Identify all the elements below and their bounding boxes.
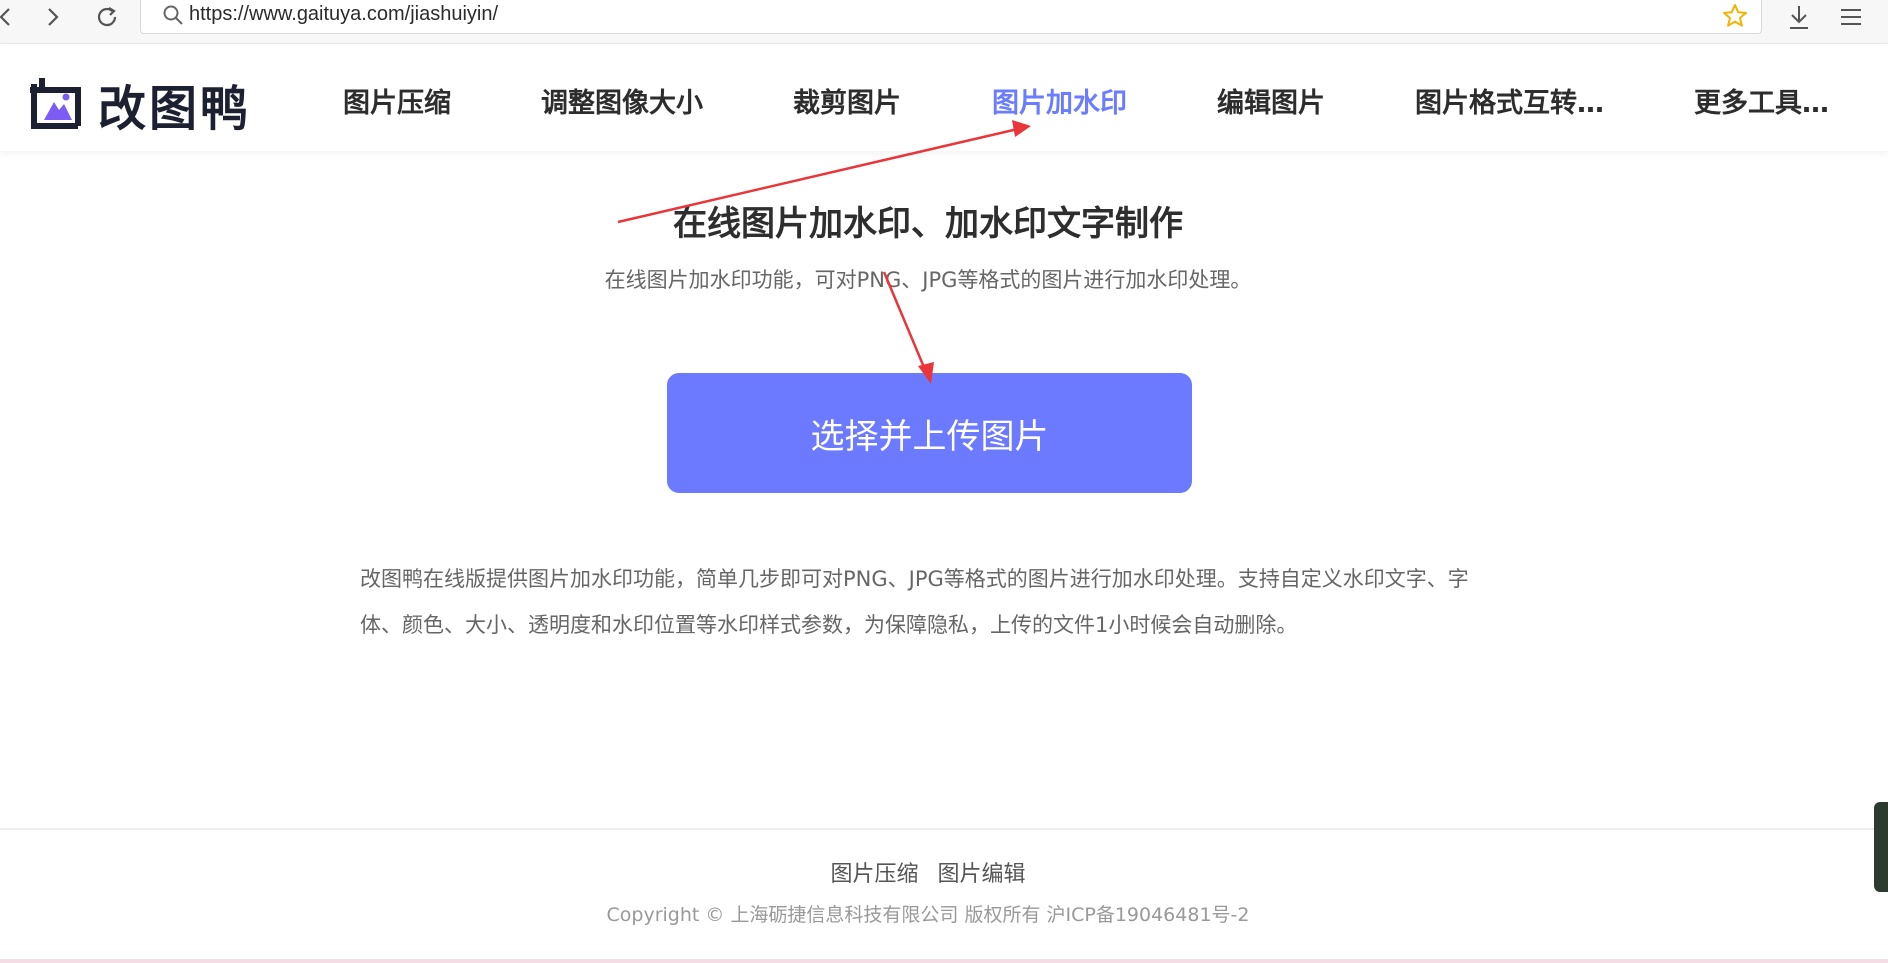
url-text[interactable]: https://www.gaituya.com/jiashuiyin/ xyxy=(189,3,498,26)
copyright-text: Copyright © 上海砺捷信息科技有限公司 版权所有 沪ICP备19046… xyxy=(606,904,1250,926)
download-button[interactable] xyxy=(1784,2,1814,32)
search-icon xyxy=(163,5,183,25)
menu-button[interactable] xyxy=(1836,2,1866,32)
back-button[interactable] xyxy=(0,2,20,32)
site-logo[interactable]: 改图鸭 xyxy=(28,69,251,139)
logo-icon xyxy=(30,78,81,129)
logo-text: 改图鸭 xyxy=(98,81,252,137)
page-subtitle: 在线图片加水印功能，可对PNG、JPG等格式的图片进行加水印处理。 xyxy=(604,268,1252,292)
side-widget[interactable] xyxy=(1874,802,1888,892)
nav-item-more-tools[interactable]: 更多工具… xyxy=(1694,81,1829,120)
menu-icon xyxy=(1841,9,1861,25)
site-footer: 图片压缩 图片编辑 Copyright © 上海砺捷信息科技有限公司 版权所有 … xyxy=(0,828,1888,963)
upload-image-button[interactable]: 选择并上传图片 xyxy=(667,373,1192,493)
forward-button[interactable] xyxy=(38,2,68,32)
feature-description: 改图鸭在线版提供图片加水印功能，简单几步即可对PNG、JPG等格式的图片进行加水… xyxy=(360,567,1469,637)
nav-item-crop-image[interactable]: 裁剪图片 xyxy=(793,81,901,120)
footer-link-edit[interactable]: 图片编辑 xyxy=(938,862,1026,887)
footer-links: 图片压缩 图片编辑 xyxy=(0,856,1856,888)
back-icon xyxy=(0,8,10,26)
nav-item-resize-image[interactable]: 调整图像大小 xyxy=(541,81,703,120)
address-bar[interactable]: https://www.gaituya.com/jiashuiyin/ xyxy=(140,0,1762,34)
bottom-strip xyxy=(0,959,1888,963)
page-title: 在线图片加水印、加水印文字制作 xyxy=(673,204,1183,244)
reload-button[interactable] xyxy=(92,2,122,32)
nav-item-image-compress[interactable]: 图片压缩 xyxy=(343,81,451,120)
forward-icon xyxy=(48,8,59,26)
star-icon[interactable] xyxy=(1721,2,1749,30)
browser-toolbar: https://www.gaituya.com/jiashuiyin/ xyxy=(0,0,1888,44)
download-icon xyxy=(1790,6,1808,29)
site-header: 改图鸭 图片压缩 调整图像大小 裁剪图片 图片加水印 编辑图片 图片格式互转… … xyxy=(0,45,1888,151)
nav-item-watermark[interactable]: 图片加水印 xyxy=(992,81,1127,120)
nav-item-edit-image[interactable]: 编辑图片 xyxy=(1217,81,1325,120)
footer-link-compress[interactable]: 图片压缩 xyxy=(830,862,918,887)
reload-icon xyxy=(97,7,117,27)
nav-item-format-convert[interactable]: 图片格式互转… xyxy=(1415,81,1604,120)
